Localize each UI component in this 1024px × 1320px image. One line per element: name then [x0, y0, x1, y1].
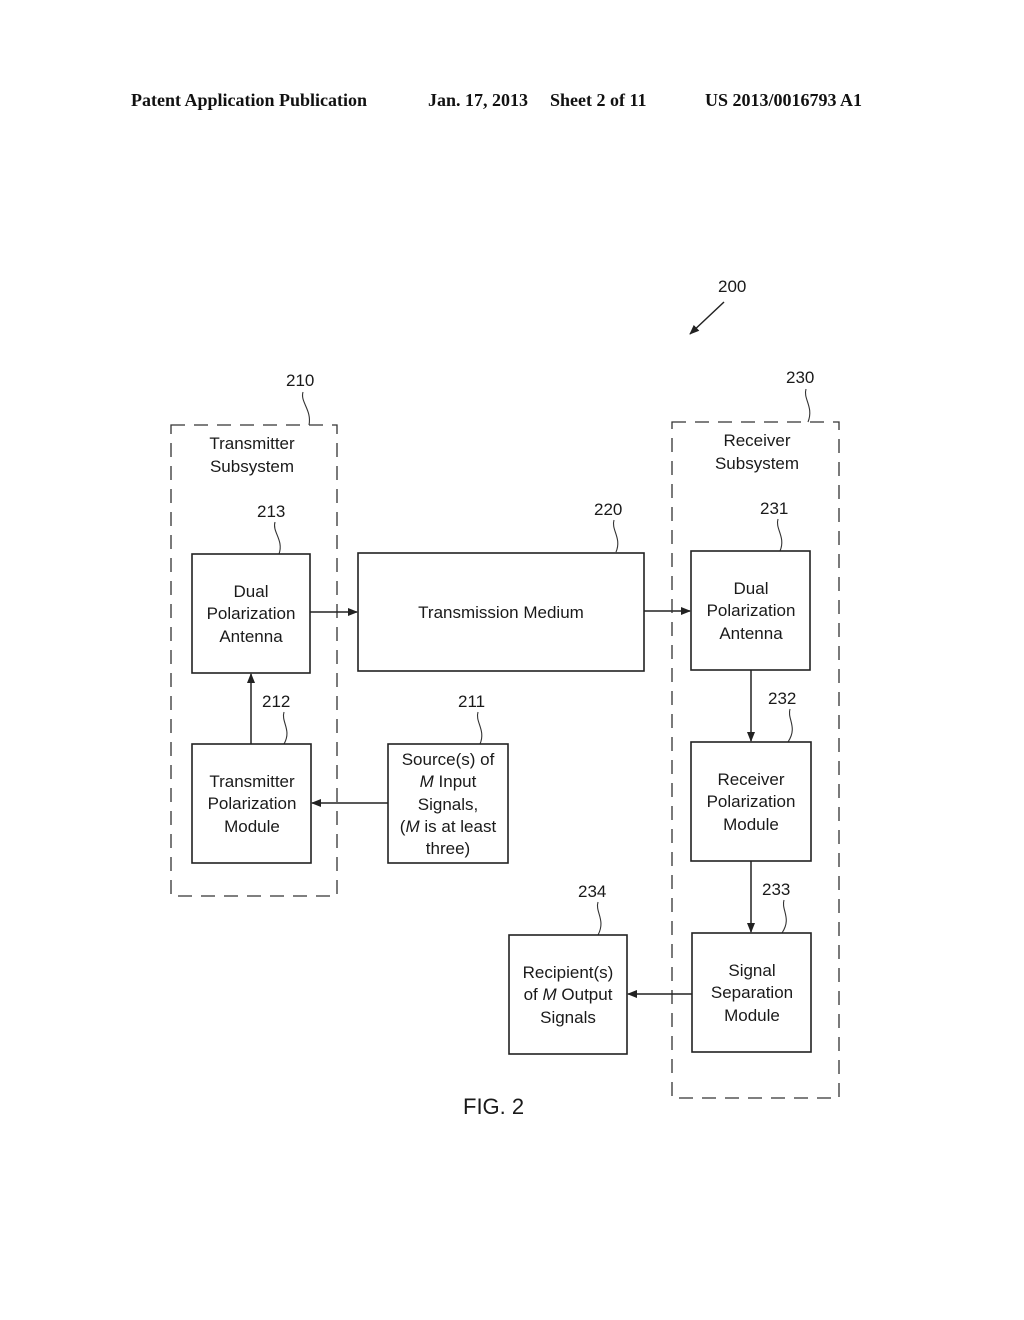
source-line3: Signals, — [418, 795, 478, 814]
tx-antenna-line1: Dual — [234, 582, 269, 601]
rx-polarization-line1: Receiver — [717, 770, 784, 789]
tx-antenna-line3: Antenna — [219, 627, 283, 646]
figure-caption: FIG. 2 — [463, 1094, 524, 1119]
source-var-m: M — [420, 772, 435, 791]
recipient-line3: Signals — [540, 1008, 596, 1027]
ref-232: 232 — [768, 689, 796, 708]
ref-234: 234 — [578, 882, 606, 901]
ref-213-leader — [273, 521, 281, 555]
recipient-line1: Recipient(s) — [523, 963, 614, 982]
source-line2: M Input — [420, 772, 477, 791]
ref-200-arrow — [689, 301, 725, 335]
ref-210-leader — [301, 391, 311, 426]
source-line5: three) — [426, 839, 470, 858]
source-line4-text: is at least — [424, 817, 496, 836]
receiver-subsystem-title-line1: Receiver — [723, 431, 790, 450]
rx-polarization-line3: Module — [723, 815, 779, 834]
recipient-var-m: M — [542, 985, 557, 1004]
ref-212: 212 — [262, 692, 290, 711]
recipient-line2: of M Output — [524, 985, 613, 1004]
ref-232-leader — [787, 708, 793, 743]
receiver-subsystem-title-line2: Subsystem — [715, 454, 799, 473]
ref-230-leader — [804, 388, 811, 423]
ref-211: 211 — [458, 692, 485, 711]
ref-213: 213 — [257, 502, 285, 521]
ref-231-leader — [776, 518, 783, 552]
transmission-medium-label: Transmission Medium — [418, 603, 584, 622]
transmitter-subsystem-title-line1: Transmitter — [209, 434, 295, 453]
source-var-m-2: M — [405, 817, 420, 836]
ref-220-leader — [612, 519, 619, 553]
rx-antenna-line1: Dual — [734, 579, 769, 598]
separation-line3: Module — [724, 1006, 780, 1025]
block-diagram: 200 210 Transmitter Subsystem 213 Dual P… — [170, 277, 840, 1119]
recipient-output: Output — [561, 985, 612, 1004]
ref-233-leader — [781, 899, 787, 934]
ref-212-leader — [282, 711, 288, 745]
ref-210: 210 — [286, 371, 314, 390]
ref-200: 200 — [718, 277, 746, 296]
ref-230: 230 — [786, 368, 814, 387]
ref-211-leader — [476, 711, 483, 745]
rx-polarization-line2: Polarization — [707, 792, 796, 811]
ref-231: 231 — [760, 499, 788, 518]
ref-234-leader — [596, 901, 602, 936]
ref-220: 220 — [594, 500, 622, 519]
separation-line2: Separation — [711, 983, 793, 1002]
source-line2-text: Input — [439, 772, 477, 791]
source-line1: Source(s) of — [402, 750, 495, 769]
tx-polarization-line1: Transmitter — [209, 772, 295, 791]
source-line4: (M is at least — [400, 817, 497, 836]
transmitter-subsystem-title-line2: Subsystem — [210, 457, 294, 476]
rx-antenna-line3: Antenna — [719, 624, 783, 643]
tx-polarization-line2: Polarization — [208, 794, 297, 813]
separation-line1: Signal — [728, 961, 775, 980]
tx-polarization-line3: Module — [224, 817, 280, 836]
ref-233: 233 — [762, 880, 790, 899]
tx-antenna-line2: Polarization — [207, 604, 296, 623]
rx-antenna-line2: Polarization — [707, 601, 796, 620]
recipient-of: of — [524, 985, 538, 1004]
